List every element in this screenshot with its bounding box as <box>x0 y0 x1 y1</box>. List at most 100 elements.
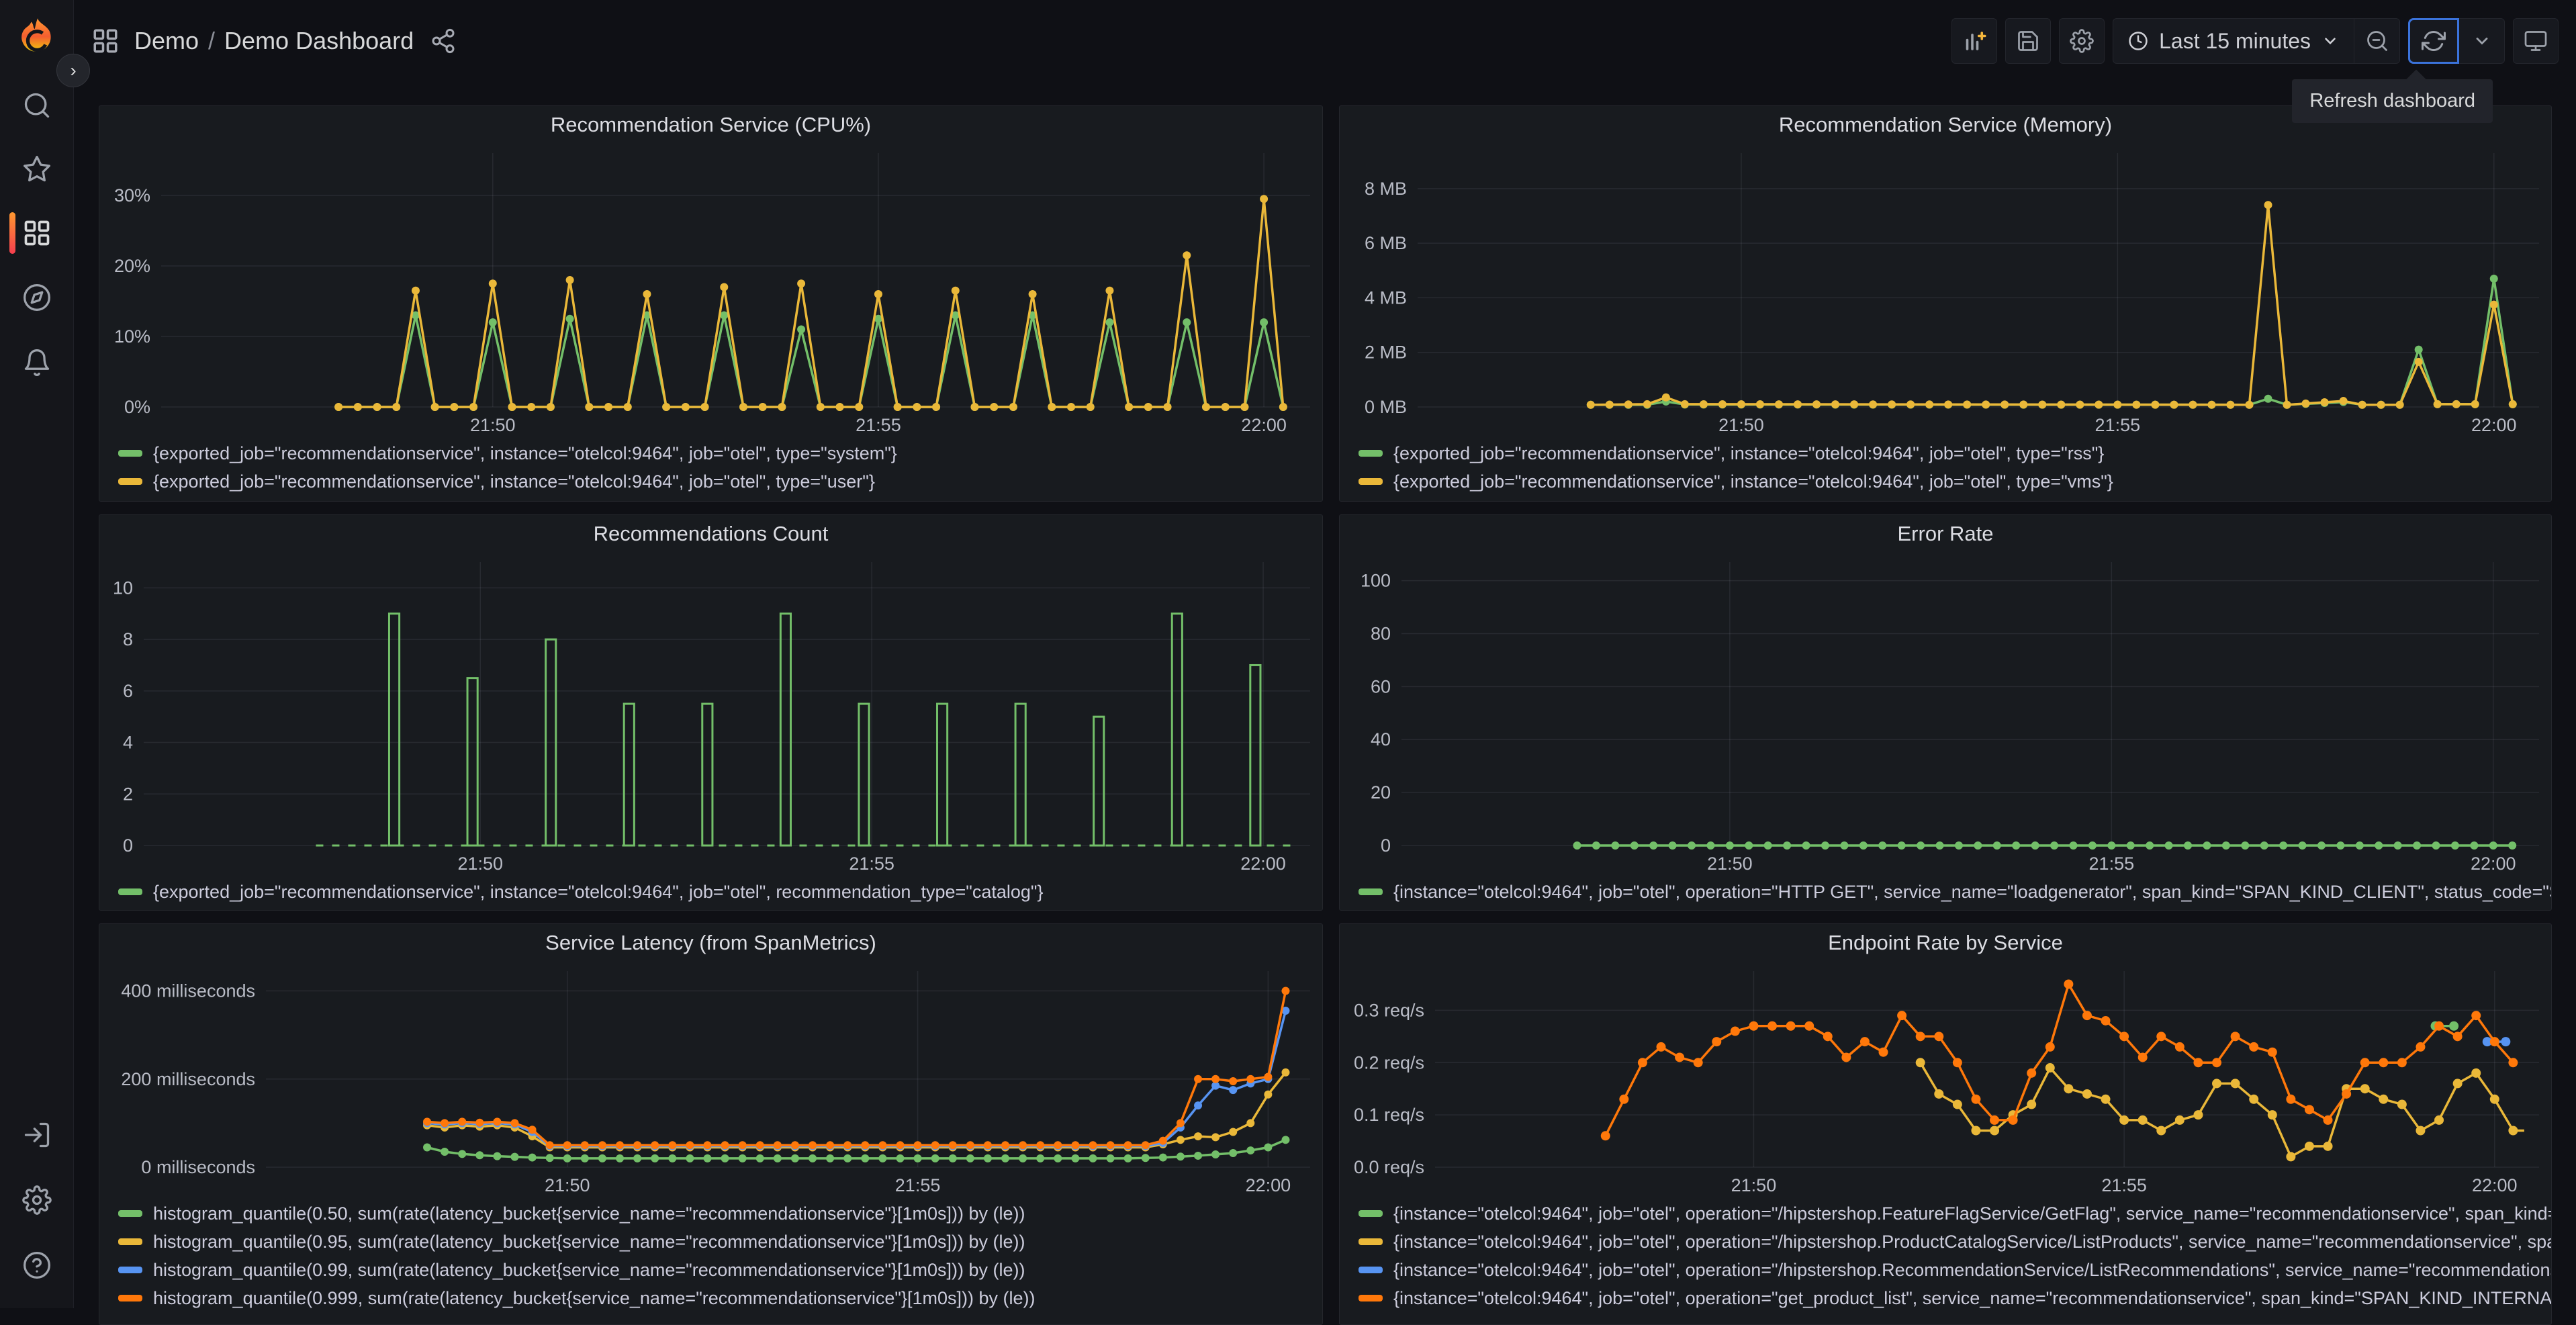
svg-text:22:00: 22:00 <box>2471 415 2517 435</box>
legend-swatch-icon <box>118 1238 142 1245</box>
svg-text:20%: 20% <box>114 256 150 276</box>
svg-text:8 MB: 8 MB <box>1365 179 1407 199</box>
starred-icon[interactable] <box>22 154 52 184</box>
legend-label: {instance="otelcol:9464", job="otel", op… <box>1393 1203 2551 1224</box>
svg-text:22:00: 22:00 <box>1246 1175 1291 1195</box>
svg-text:0: 0 <box>123 835 133 856</box>
panel-title[interactable]: Service Latency (from SpanMetrics) <box>99 924 1322 962</box>
legend-swatch-icon <box>118 1295 142 1301</box>
legend-item[interactable]: {instance="otelcol:9464", job="otel", op… <box>1359 878 2551 906</box>
zoom-out-time-button[interactable] <box>2354 18 2400 64</box>
svg-text:0: 0 <box>1381 835 1391 856</box>
svg-text:22:00: 22:00 <box>2472 1175 2518 1195</box>
legend-swatch-icon <box>1359 1267 1383 1273</box>
svg-text:22:00: 22:00 <box>1241 415 1287 435</box>
breadcrumb-separator: / <box>208 27 216 54</box>
dashboard-settings-button[interactable] <box>2059 18 2105 64</box>
count-chart-plot[interactable]: 21:50 21:55 22:00 0 2 4 6 8 10 <box>99 553 1322 875</box>
svg-text:10: 10 <box>113 578 133 598</box>
refresh-icon <box>2422 31 2446 51</box>
legend-item[interactable]: {exported_job="recommendationservice", i… <box>1359 439 2551 467</box>
svg-text:400 milliseconds: 400 milliseconds <box>121 981 255 1001</box>
panel-title[interactable]: Recommendations Count <box>99 515 1322 553</box>
svg-text:21:55: 21:55 <box>2089 854 2135 874</box>
svg-text:21:50: 21:50 <box>545 1175 590 1195</box>
legend-item[interactable]: {instance="otelcol:9464", job="otel", op… <box>1359 1199 2551 1228</box>
legend-item[interactable]: {instance="otelcol:9464", job="otel", op… <box>1359 1256 2551 1284</box>
dashboards-icon[interactable] <box>22 218 52 248</box>
memory-chart-plot[interactable]: 21:50 21:55 22:00 0 MB 2 MB 4 MB 6 MB 8 MB <box>1340 144 2551 437</box>
search-icon[interactable] <box>22 91 52 120</box>
legend-label: {exported_job="recommendationservice", i… <box>153 881 1044 902</box>
legend-item[interactable]: {instance="otelcol:9464", job="otel", op… <box>1359 1228 2551 1256</box>
kiosk-mode-button[interactable] <box>2513 18 2559 64</box>
sidebar <box>0 0 74 1308</box>
legend-swatch-icon <box>1359 478 1383 485</box>
memory-legend: {exported_job="recommendationservice", i… <box>1340 437 2551 501</box>
share-icon[interactable] <box>430 28 457 54</box>
time-range-label: Last 15 minutes <box>2159 28 2311 53</box>
refresh-interval-dropdown[interactable] <box>2459 18 2505 64</box>
count-legend: {exported_job="recommendationservice", i… <box>99 875 1322 910</box>
svg-text:21:55: 21:55 <box>849 854 894 874</box>
svg-text:22:00: 22:00 <box>1240 854 1286 874</box>
tooltip-text: Refresh dashboard <box>2309 90 2475 111</box>
legend-swatch-icon <box>1359 1210 1383 1217</box>
error-rate-chart-plot[interactable]: 21:50 21:55 22:00 0 20 40 60 80 100 <box>1340 553 2551 875</box>
cpu-chart-plot[interactable]: 21:50 21:55 22:00 0% 10% 20% 30% <box>99 144 1322 437</box>
legend-label: {exported_job="recommendationservice", i… <box>153 471 875 492</box>
clock-icon <box>2129 32 2148 50</box>
add-panel-button[interactable] <box>1951 18 1998 64</box>
refresh-dashboard-button[interactable] <box>2408 18 2459 64</box>
alerting-icon[interactable] <box>22 348 52 377</box>
svg-text:20: 20 <box>1371 782 1391 803</box>
svg-text:40: 40 <box>1371 729 1391 749</box>
svg-text:0.0 req/s: 0.0 req/s <box>1354 1157 1424 1177</box>
svg-text:2: 2 <box>123 784 133 804</box>
legend-item[interactable]: {exported_job="recommendationservice", i… <box>118 467 1322 496</box>
legend-item[interactable]: histogram_quantile(0.99, sum(rate(latenc… <box>118 1256 1322 1284</box>
svg-text:0%: 0% <box>124 397 150 417</box>
legend-swatch-icon <box>118 1267 142 1273</box>
svg-text:4 MB: 4 MB <box>1365 287 1407 308</box>
panel-endpoint-rate: Endpoint Rate by Service 21:50 21:55 22:00… <box>1339 923 2552 1325</box>
svg-text:21:50: 21:50 <box>1707 854 1753 874</box>
expand-sidebar-button[interactable]: › <box>56 54 90 87</box>
svg-text:4: 4 <box>123 733 133 753</box>
svg-text:0.2 req/s: 0.2 req/s <box>1354 1052 1424 1072</box>
breadcrumb-page[interactable]: Demo Dashboard <box>224 27 414 54</box>
svg-text:80: 80 <box>1371 623 1391 643</box>
grafana-logo[interactable] <box>14 16 60 62</box>
dashboard-toolbar: Last 15 minutes <box>1951 18 2559 64</box>
svg-text:0.1 req/s: 0.1 req/s <box>1354 1105 1424 1125</box>
help-icon[interactable] <box>22 1250 52 1280</box>
legend-item[interactable]: {exported_job="recommendationservice", i… <box>118 439 1322 467</box>
panel-cpu: Recommendation Service (CPU%) 21:50 21:55… <box>99 105 1323 502</box>
panel-title[interactable]: Error Rate <box>1340 515 2551 553</box>
legend-item[interactable]: histogram_quantile(0.95, sum(rate(latenc… <box>118 1228 1322 1256</box>
settings-icon[interactable] <box>22 1185 52 1215</box>
explore-icon[interactable] <box>22 283 52 312</box>
breadcrumb-section[interactable]: Demo <box>134 27 199 54</box>
legend-item[interactable]: {exported_job="recommendationservice", i… <box>118 878 1322 906</box>
sign-in-icon[interactable] <box>22 1120 52 1150</box>
legend-label: {exported_job="recommendationservice", i… <box>1393 443 2105 463</box>
chevron-down-icon <box>2476 38 2487 45</box>
panel-title[interactable]: Recommendation Service (CPU%) <box>99 106 1322 144</box>
legend-label: histogram_quantile(0.50, sum(rate(latenc… <box>153 1203 1025 1224</box>
latency-chart-plot[interactable]: 21:50 21:55 22:00 0 milliseconds 200 millise… <box>99 962 1322 1197</box>
save-dashboard-button[interactable] <box>2005 18 2052 64</box>
endpoint-rate-chart-plot[interactable]: 21:50 21:55 22:00 0.0 req/s 0.1 req/s 0.2 req… <box>1340 962 2551 1197</box>
monitor-icon <box>2524 31 2547 51</box>
svg-text:30%: 30% <box>114 185 150 205</box>
panel-title[interactable]: Endpoint Rate by Service <box>1340 924 2551 962</box>
zoom-out-icon <box>2366 31 2387 51</box>
legend-swatch-icon <box>118 478 142 485</box>
legend-label: histogram_quantile(0.999, sum(rate(laten… <box>153 1287 1036 1308</box>
legend-item[interactable]: {exported_job="recommendationservice", i… <box>1359 467 2551 496</box>
legend-label: {instance="otelcol:9464", job="otel", op… <box>1393 1231 2551 1252</box>
legend-swatch-icon <box>118 450 142 457</box>
legend-label: histogram_quantile(0.99, sum(rate(latenc… <box>153 1259 1025 1280</box>
legend-item[interactable]: histogram_quantile(0.50, sum(rate(latenc… <box>118 1199 1322 1228</box>
time-range-picker[interactable]: Last 15 minutes <box>2113 18 2354 64</box>
